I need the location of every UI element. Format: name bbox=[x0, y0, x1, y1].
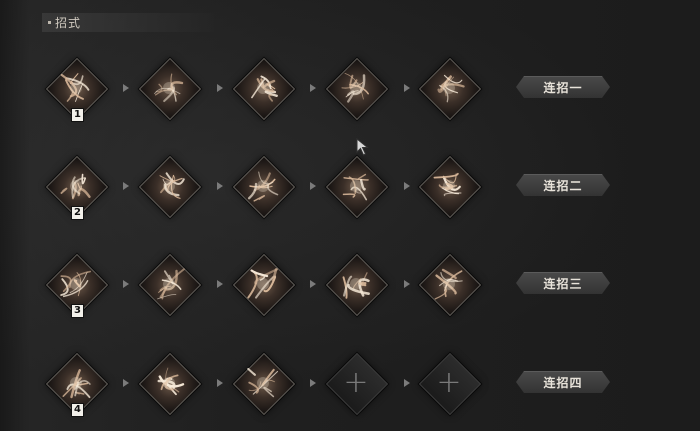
header-bullet-icon bbox=[48, 21, 51, 24]
skill-slot[interactable] bbox=[232, 57, 296, 121]
combo-label-button[interactable]: 连招三 bbox=[516, 272, 610, 294]
chevron-right-icon bbox=[310, 379, 316, 387]
skill-slot[interactable] bbox=[325, 253, 389, 317]
chevron-right-icon bbox=[404, 379, 410, 387]
spear-thrust-icon bbox=[251, 75, 278, 102]
chevron-right-icon bbox=[217, 379, 223, 387]
add-skill-icon: + bbox=[343, 365, 369, 400]
combo-number-badge: 3 bbox=[71, 304, 84, 318]
chevron-right-icon bbox=[404, 84, 410, 92]
chevron-right-icon bbox=[123, 280, 129, 288]
claw-swipe-icon bbox=[437, 74, 465, 103]
chevron-right-icon bbox=[310, 182, 316, 190]
triple-spike-icon bbox=[247, 367, 279, 398]
combo-row-2: 2 连招二 bbox=[0, 146, 700, 226]
combo-screen: 招式 1 连招一 2 连招二 3 连招三 + +4 连招四 bbox=[0, 0, 700, 431]
flame-wave-icon bbox=[433, 172, 462, 197]
skill-slot[interactable] bbox=[325, 155, 389, 219]
chevron-right-icon bbox=[123, 379, 129, 387]
skill-slot[interactable] bbox=[232, 352, 296, 416]
chevron-right-icon bbox=[217, 280, 223, 288]
skill-slot[interactable] bbox=[418, 155, 482, 219]
skill-slot[interactable] bbox=[138, 57, 202, 121]
chevron-right-icon bbox=[310, 84, 316, 92]
fire-burst-icon bbox=[342, 173, 369, 201]
combo-row-3: 3 连招三 bbox=[0, 244, 700, 324]
blade-strike-icon bbox=[157, 367, 185, 396]
skill-slot[interactable] bbox=[138, 155, 202, 219]
skill-slot[interactable]: + bbox=[418, 352, 482, 416]
combo-number-badge: 2 bbox=[71, 206, 84, 220]
skill-slot[interactable] bbox=[232, 253, 296, 317]
combo-label-button[interactable]: 连招四 bbox=[516, 371, 610, 393]
burst-slash-icon bbox=[154, 73, 184, 103]
skill-slot[interactable] bbox=[138, 253, 202, 317]
chevron-right-icon bbox=[404, 280, 410, 288]
skill-slot[interactable] bbox=[325, 57, 389, 121]
sweeping-blow-icon bbox=[157, 268, 185, 300]
rising-slash-icon bbox=[341, 73, 369, 103]
add-skill-icon: + bbox=[436, 365, 462, 400]
whirlwind-slash-icon bbox=[342, 272, 370, 299]
cyclone-spin-icon bbox=[434, 268, 463, 300]
scatter-strike-icon bbox=[159, 172, 185, 199]
combo-row-4: + +4 连招四 bbox=[0, 343, 700, 423]
combo-label-button[interactable]: 连招一 bbox=[516, 76, 610, 98]
combo-number-badge: 1 bbox=[71, 108, 84, 122]
combo-number-badge: 4 bbox=[71, 403, 84, 417]
section-title: 招式 bbox=[55, 16, 82, 30]
skill-slot[interactable] bbox=[418, 57, 482, 121]
chevron-right-icon bbox=[123, 84, 129, 92]
chevron-right-icon bbox=[217, 182, 223, 190]
skill-slot[interactable]: + bbox=[325, 352, 389, 416]
lunge-thrust-icon bbox=[247, 171, 279, 202]
combo-label-button[interactable]: 连招二 bbox=[516, 174, 610, 196]
chevron-right-icon bbox=[404, 182, 410, 190]
chevron-right-icon bbox=[310, 280, 316, 288]
skill-slot[interactable] bbox=[232, 155, 296, 219]
mouse-cursor-icon bbox=[356, 138, 369, 156]
crescent-slash-icon bbox=[247, 268, 278, 299]
combo-row-1: 1 连招一 bbox=[0, 48, 700, 128]
skill-slot[interactable] bbox=[418, 253, 482, 317]
section-header: 招式 bbox=[42, 13, 214, 32]
chevron-right-icon bbox=[123, 182, 129, 190]
skill-slot[interactable] bbox=[138, 352, 202, 416]
chevron-right-icon bbox=[217, 84, 223, 92]
